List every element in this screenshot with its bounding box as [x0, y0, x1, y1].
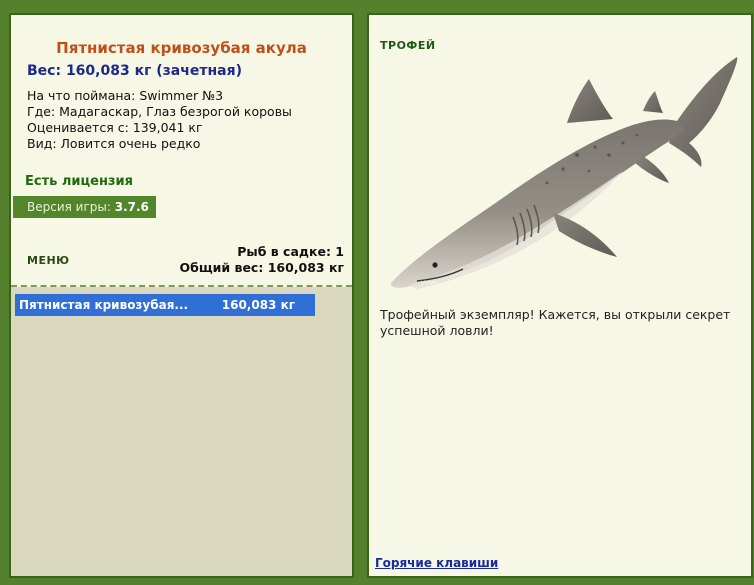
location-line: Где: Мадагаскар, Глаз безрогой коровы — [27, 104, 292, 119]
trophy-panel: ТРОФЕЙ Трофейный экземпляр! Кажется, вы … — [367, 13, 753, 578]
caught-on-line: На что поймана: Swimmer №3 — [27, 88, 224, 103]
keepnet-row[interactable]: Пятнистая кривозубая... 160,083 кг — [15, 294, 315, 316]
shark-image — [377, 43, 749, 293]
rated-from-line: Оценивается с: 139,041 кг — [27, 120, 203, 135]
version-label: Версия игры: — [27, 200, 111, 214]
fish-title: Пятнистая кривозубая акула — [56, 39, 307, 57]
keepnet-row-weight: 160,083 кг — [221, 298, 295, 312]
shark-illustration — [390, 57, 738, 289]
version-value: 3.7.6 — [114, 200, 149, 214]
kind-line: Вид: Ловится очень редко — [27, 136, 201, 151]
trophy-message: Трофейный экземпляр! Кажется, вы открыли… — [380, 307, 731, 338]
license-status: Есть лицензия — [25, 174, 133, 189]
keepnet-list: Пятнистая кривозубая... 160,083 кг — [11, 287, 352, 576]
keepnet-count: Рыб в садке: 1 — [237, 244, 344, 259]
app-window: Пятнистая кривозубая акула Вес: 160,083 … — [0, 0, 754, 585]
fish-weight: Вес: 160,083 кг (зачетная) — [27, 63, 242, 79]
keepnet-stats: Рыб в садке: 1 Общий вес: 160,083 кг — [180, 244, 345, 276]
keepnet-total-weight: Общий вес: 160,083 кг — [179, 260, 345, 275]
fish-info-panel: Пятнистая кривозубая акула Вес: 160,083 … — [9, 13, 354, 578]
hotkeys-link[interactable]: Горячие клавиши — [375, 556, 498, 570]
keepnet-row-name: Пятнистая кривозубая... — [19, 298, 189, 312]
version-bar: Версия игры: 3.7.6 — [13, 196, 156, 218]
menu-button[interactable]: МЕНЮ — [27, 254, 70, 267]
